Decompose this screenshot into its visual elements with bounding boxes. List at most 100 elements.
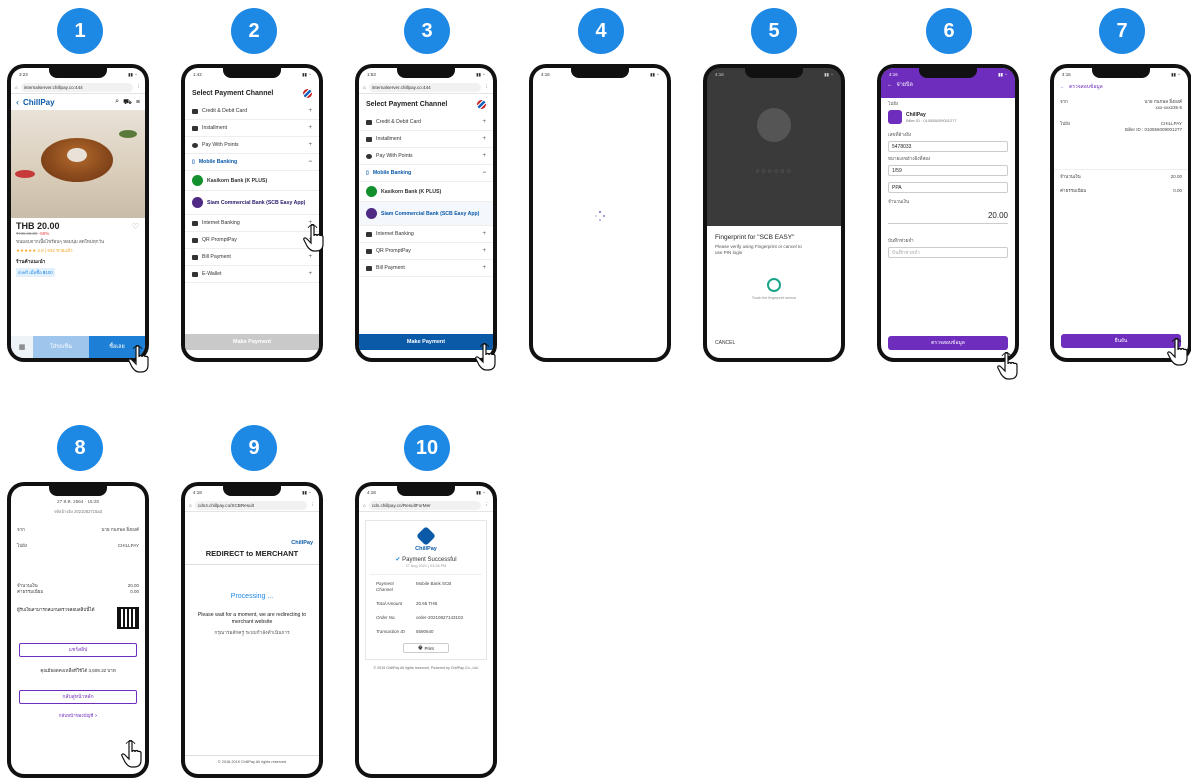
plus-icon: + [482, 231, 486, 237]
shop-tag[interactable]: ส่งฟรี เมื่อซื้อ ฿100 [16, 268, 55, 277]
print-button[interactable]: 🖶 Print [403, 643, 449, 653]
result-key: Transaction ID [376, 629, 405, 634]
channel-mobile-banking[interactable]: ▯ Mobile Banking − [359, 165, 493, 182]
amount-field[interactable]: 20.00 [888, 208, 1008, 224]
url-field[interactable]: cdn4.chillpay.co/SCBResult [194, 500, 308, 510]
channel-installment[interactable]: Installment + [185, 120, 319, 137]
browser-url-bar[interactable]: ⌂ internalserver.chillpay.co:444 ⋮ [359, 81, 493, 94]
channel-bill[interactable]: Bill Payment + [359, 260, 493, 277]
phone-step-7: 4:16 ▮▮ ◔ ← ตรวจสอบข้อมูล จาก นาย กนกพล ยิ่… [1050, 64, 1191, 362]
menu-icon[interactable]: ⋮ [310, 502, 315, 508]
channel-credit[interactable]: Credit & Debit Card + [185, 103, 319, 120]
make-payment-button[interactable]: Make Payment [185, 334, 319, 350]
bank-label: Siam Commercial Bank (SCB Easy App) [207, 199, 306, 206]
url-field[interactable]: internalserver.chillpay.co:444 [368, 82, 482, 92]
tap-hand-icon [128, 345, 149, 373]
back-icon[interactable]: ‹ [16, 97, 19, 107]
channel-bill[interactable]: Bill Payment + [185, 249, 319, 266]
tap-hand-icon [997, 352, 1018, 380]
cart-icon[interactable]: ⛟ [123, 98, 132, 107]
bank-scb-selected[interactable]: Siam Commercial Bank (SCB Easy App) [359, 202, 493, 226]
menu-icon[interactable]: ⋮ [484, 502, 489, 508]
verify-button[interactable]: ตรวจสอบข้อมูล [888, 336, 1008, 350]
bank-kbank[interactable]: Kasikorn Bank (K PLUS) [359, 182, 493, 202]
phone-notch [49, 68, 107, 78]
back-home-button[interactable]: กลับสู่หน้าหลัก [19, 690, 137, 704]
channel-points[interactable]: Pay With Points + [185, 137, 319, 154]
payment-status: Payment Successful [402, 557, 457, 563]
tap-hand-icon [303, 224, 324, 252]
url-field[interactable]: cdn.chillpay.co/ResultForMer [368, 500, 482, 510]
phone-notch [397, 68, 455, 78]
minus-icon: − [482, 170, 486, 176]
channel-credit[interactable]: Credit & Debit Card + [359, 114, 493, 131]
redirect-message: Please wait for a moment, we are redirec… [197, 612, 307, 625]
url-field[interactable]: internalserver.chillpay.co:444 [20, 82, 134, 92]
heart-icon[interactable]: ♡ [132, 222, 139, 231]
channel-installment[interactable]: Installment + [359, 131, 493, 148]
language-flag-icon[interactable] [303, 88, 312, 98]
ref1-field[interactable]: 5478033 [888, 141, 1008, 152]
add-to-cart-button[interactable]: ใส่รถเข็น [33, 336, 89, 358]
card-icon [192, 108, 198, 114]
channel-mobile-banking[interactable]: ▯ Mobile Banking − [185, 154, 319, 171]
search-icon[interactable]: ⌕ [115, 98, 119, 106]
share-slip-button[interactable]: แชร์สลิป [19, 643, 137, 657]
menu-icon[interactable]: ⋮ [484, 84, 489, 90]
language-flag-icon[interactable] [477, 99, 486, 109]
card-icon [366, 119, 372, 125]
home-icon[interactable]: ⌂ [15, 85, 18, 90]
to-label: ไปยัง [17, 543, 27, 548]
channel-qr[interactable]: QR PromptPay + [185, 232, 319, 249]
chillpay-logo: ChillPay [291, 540, 313, 546]
confirm-button[interactable]: ยืนยัน [1061, 334, 1181, 348]
channel-label: Credit & Debit Card [202, 108, 247, 114]
phone-icon: ▯ [192, 159, 195, 165]
result-value: Mobile Bank SCB [416, 581, 452, 586]
home-icon[interactable]: ⌂ [363, 503, 366, 508]
qr-icon [192, 237, 198, 243]
store-icon[interactable]: ▦ [11, 336, 33, 358]
home-icon[interactable]: ⌂ [363, 85, 366, 90]
ref2-field[interactable]: 1/59 [888, 165, 1008, 176]
browser-url-bar[interactable]: ⌂ internalserver.chillpay.co:444 ⋮ [11, 81, 145, 94]
step-badge-6: 6 [926, 8, 972, 54]
channel-ewallet[interactable]: E-Wallet + [185, 266, 319, 283]
channel-label: Internet Banking [202, 220, 240, 226]
redirect-title: REDIRECT to MERCHANT [185, 546, 319, 565]
fingerprint-icon[interactable] [767, 278, 781, 292]
phone-step-2: 1:42 ▮▮ ◔ Select Payment Channel Credit &… [181, 64, 323, 362]
scb-logo-icon [192, 197, 203, 208]
hamburger-icon[interactable]: ≡ [136, 99, 140, 106]
channel-label: Pay With Points [376, 153, 413, 159]
from-name: นาย กนกพล ยิ่งยงค์ [101, 527, 139, 532]
home-icon[interactable]: ⌂ [189, 503, 192, 508]
channel-qr[interactable]: QR PromptPay + [359, 243, 493, 260]
cancel-button[interactable]: CANCEL [715, 340, 735, 346]
to-label: ไปยัง [888, 101, 899, 106]
old-price: THB 40.00 [16, 231, 38, 236]
bank-kbank[interactable]: Kasikorn Bank (K PLUS) [185, 171, 319, 191]
bank-scb[interactable]: Siam Commercial Bank (SCB Easy App) [185, 191, 319, 215]
from-label: จาก [17, 527, 25, 532]
channel-points[interactable]: Pay With Points + [359, 148, 493, 165]
ref3-field[interactable]: PPA [888, 182, 1008, 193]
plus-icon: + [308, 254, 312, 260]
channel-internet[interactable]: Internet Banking + [185, 215, 319, 232]
bank-icon [366, 231, 372, 237]
menu-icon[interactable]: ⋮ [136, 84, 141, 90]
result-key: Total Amount [376, 601, 403, 606]
fingerprint-sub: Please verify using Fingerprint or cance… [715, 244, 802, 255]
slip-ref: รหัสอ้างอิง 2021082715a3 [53, 509, 103, 514]
note-field[interactable]: บันทึกช่วยจำ [888, 247, 1008, 258]
back-arrow-icon[interactable]: ← [887, 82, 893, 88]
account-link[interactable]: กลับหน้าของบัญชี > [11, 712, 145, 719]
back-arrow-icon[interactable]: ← [1060, 84, 1065, 90]
kplus-logo-icon [366, 186, 377, 197]
make-payment-button[interactable]: Make Payment [359, 334, 493, 350]
channel-internet[interactable]: Internet Banking + [359, 226, 493, 243]
browser-url-bar[interactable]: ⌂ cdn.chillpay.co/ResultForMer ⋮ [359, 499, 493, 512]
phone-step-4: 4:16 ▮▮ ◔ [529, 64, 671, 362]
browser-url-bar[interactable]: ⌂ cdn4.chillpay.co/SCBResult ⋮ [185, 499, 319, 512]
step-badge-2: 2 [231, 8, 277, 54]
